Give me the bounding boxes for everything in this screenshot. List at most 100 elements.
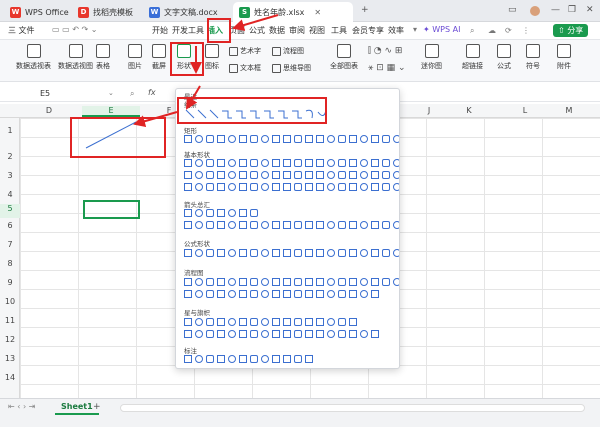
shape-thumbnail[interactable] xyxy=(382,159,390,167)
shape-thumbnail[interactable] xyxy=(327,290,335,298)
shape-thumbnail[interactable] xyxy=(272,171,280,179)
shape-thumbnail[interactable] xyxy=(338,278,346,286)
shape-thumbnail[interactable] xyxy=(184,330,192,338)
shape-thumbnail[interactable] xyxy=(228,171,236,179)
shape-thumbnail[interactable] xyxy=(250,278,258,286)
shape-thumbnail[interactable] xyxy=(239,290,247,298)
wordart-button[interactable]: 艺术字 xyxy=(229,46,261,56)
shape-thumbnail[interactable] xyxy=(294,318,302,326)
shape-thumbnail[interactable] xyxy=(228,355,236,363)
restore-view-icon[interactable]: ▭ xyxy=(508,5,517,15)
shape-thumbnail[interactable] xyxy=(283,221,291,229)
shape-thumbnail[interactable] xyxy=(393,159,399,167)
shape-thumbnail[interactable] xyxy=(250,355,258,363)
row-header-13[interactable]: 13 xyxy=(0,354,20,363)
shape-thumbnail[interactable] xyxy=(316,318,324,326)
shape-thumbnail[interactable] xyxy=(393,278,399,286)
shape-thumbnail[interactable] xyxy=(228,183,236,191)
shape-thumbnail[interactable] xyxy=(393,221,399,229)
picture-button[interactable]: 图片 xyxy=(128,44,142,71)
shape-thumbnail[interactable] xyxy=(217,171,225,179)
shape-thumbnail[interactable] xyxy=(294,183,302,191)
shape-thumbnail[interactable] xyxy=(294,355,302,363)
cloud-icon[interactable]: ☁ xyxy=(488,26,496,35)
shape-thumbnail[interactable] xyxy=(327,135,335,143)
shape-thumbnail[interactable] xyxy=(239,355,247,363)
shape-thumbnail[interactable] xyxy=(184,171,192,179)
shape-thumbnail[interactable] xyxy=(261,135,269,143)
shape-thumbnail[interactable] xyxy=(294,159,302,167)
shape-thumbnail[interactable] xyxy=(338,290,346,298)
shape-thumbnail[interactable] xyxy=(206,171,214,179)
line-shape[interactable] xyxy=(84,120,140,150)
shape-thumbnail[interactable] xyxy=(217,249,225,257)
shape-thumbnail[interactable] xyxy=(195,290,203,298)
shape-thumbnail[interactable] xyxy=(261,221,269,229)
screenshot-button[interactable]: 截屏 xyxy=(152,44,166,71)
row-header-6[interactable]: 6 xyxy=(0,221,20,230)
shape-thumbnail[interactable] xyxy=(305,249,313,257)
shape-thumbnail[interactable] xyxy=(228,209,236,217)
shape-thumbnail[interactable] xyxy=(272,318,280,326)
shape-thumbnail[interactable] xyxy=(305,183,313,191)
search-icon[interactable]: ⌕ xyxy=(470,26,474,36)
shape-thumbnail[interactable] xyxy=(239,278,247,286)
shape-thumbnail[interactable] xyxy=(206,290,214,298)
row-header-9[interactable]: 9 xyxy=(0,278,20,287)
shape-thumbnail[interactable] xyxy=(338,183,346,191)
shape-thumbnail[interactable] xyxy=(184,318,192,326)
avatar[interactable] xyxy=(530,6,540,16)
shape-thumbnail[interactable] xyxy=(272,290,280,298)
row-header-4[interactable]: 4 xyxy=(0,190,20,199)
shape-thumbnail[interactable] xyxy=(316,221,324,229)
menu-file[interactable]: 三 文件 xyxy=(8,25,35,36)
shape-thumbnail[interactable] xyxy=(228,290,236,298)
shape-thumbnail[interactable] xyxy=(239,249,247,257)
shape-thumbnail[interactable] xyxy=(217,355,225,363)
shape-thumbnail[interactable] xyxy=(327,249,335,257)
shape-thumbnail[interactable] xyxy=(250,183,258,191)
shape-thumbnail[interactable] xyxy=(305,221,313,229)
chart-type-icons[interactable]: ⫿ ◔ ∿ ⊞ xyxy=(368,46,402,56)
mindmap-button[interactable]: 思维导图 xyxy=(272,63,311,73)
shape-thumbnail[interactable] xyxy=(195,249,203,257)
shape-thumbnail[interactable] xyxy=(250,290,258,298)
attachment-button[interactable]: 附件 xyxy=(557,44,571,71)
shape-thumbnail[interactable] xyxy=(327,318,335,326)
row-header-11[interactable]: 11 xyxy=(0,316,20,325)
shape-thumbnail[interactable] xyxy=(184,290,192,298)
shape-thumbnail[interactable] xyxy=(195,135,203,143)
shape-thumbnail[interactable] xyxy=(239,318,247,326)
shape-thumbnail[interactable] xyxy=(283,278,291,286)
shape-thumbnail[interactable] xyxy=(217,159,225,167)
textbox-button[interactable]: 文本框 xyxy=(229,63,261,73)
shape-thumbnail[interactable] xyxy=(283,171,291,179)
menu-data[interactable]: 数据 xyxy=(269,25,285,36)
shape-thumbnail[interactable] xyxy=(316,135,324,143)
shape-thumbnail[interactable] xyxy=(327,171,335,179)
sparkline-button[interactable]: 迷你图 xyxy=(421,44,442,71)
column-header-m[interactable]: M xyxy=(540,106,598,115)
shape-thumbnail[interactable] xyxy=(294,249,302,257)
shape-thumbnail[interactable] xyxy=(360,249,368,257)
row-header-14[interactable]: 14 xyxy=(0,373,20,382)
shape-thumbnail[interactable] xyxy=(382,278,390,286)
shape-thumbnail[interactable] xyxy=(184,249,192,257)
shape-thumbnail[interactable] xyxy=(184,355,192,363)
shape-thumbnail[interactable] xyxy=(250,318,258,326)
shape-thumbnail[interactable] xyxy=(360,183,368,191)
shape-thumbnail[interactable] xyxy=(327,159,335,167)
shape-thumbnail[interactable] xyxy=(283,183,291,191)
shape-thumbnail[interactable] xyxy=(338,159,346,167)
shape-thumbnail[interactable] xyxy=(217,209,225,217)
add-sheet-button[interactable]: + xyxy=(93,402,101,412)
shape-thumbnail[interactable] xyxy=(261,159,269,167)
menu-insert[interactable]: 插入 xyxy=(207,25,223,36)
shape-thumbnail[interactable] xyxy=(294,221,302,229)
menu-developer[interactable]: 开发工具 xyxy=(172,25,204,36)
shape-thumbnail[interactable] xyxy=(228,135,236,143)
shape-thumbnail[interactable] xyxy=(283,135,291,143)
row-header-8[interactable]: 8 xyxy=(0,259,20,268)
sync-icon[interactable]: ⟳ xyxy=(505,26,512,35)
shape-thumbnail[interactable] xyxy=(195,159,203,167)
